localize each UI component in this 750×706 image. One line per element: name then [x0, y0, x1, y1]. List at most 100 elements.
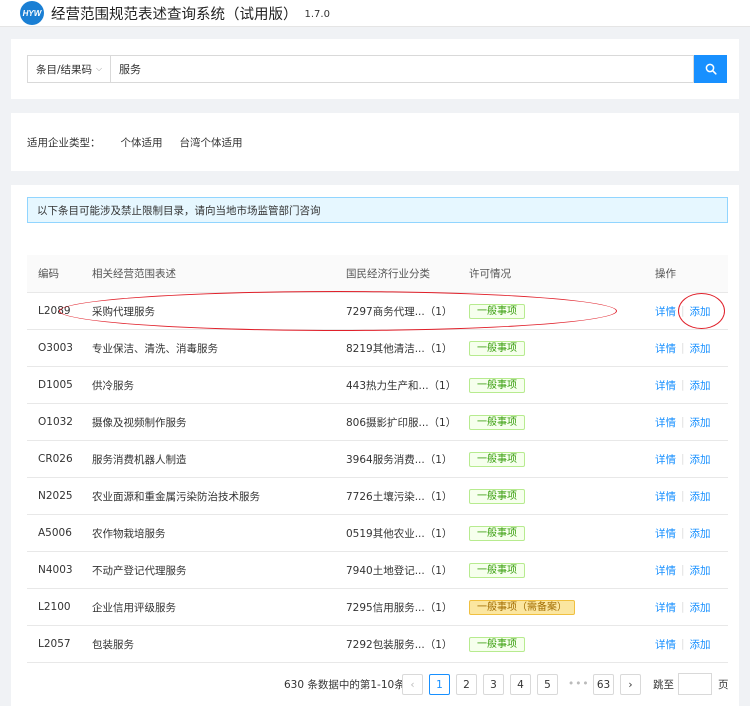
row-industry: 0519其他农业...（1）	[346, 527, 453, 540]
row-industry: 443热力生产和...（1）	[346, 379, 457, 392]
filter-label: 适用企业类型：	[27, 137, 101, 149]
table-row: A5006 农作物栽培服务 0519其他农业...（1） 一般事项 详情 | 添加	[27, 515, 728, 552]
row-industry: 806摄影扩印服...（1）	[346, 416, 457, 429]
table-row: L2057 包装服务 7292包装服务...（1） 一般事项 详情 | 添加	[27, 626, 728, 663]
table-row: N4003 不动产登记代理服务 7940土地登记...（1） 一般事项 详情 | 添…	[27, 552, 728, 589]
row-desc: 包装服务	[92, 638, 134, 651]
alert-text: 以下条目可能涉及禁止限制目录，请向当地市场监管部门咨询	[37, 204, 321, 217]
search-button[interactable]	[694, 55, 727, 83]
row-code: L2057	[38, 638, 71, 650]
header-code: 编码	[38, 268, 59, 280]
row-desc: 农业面源和重金属污染防治技术服务	[92, 490, 260, 503]
table-row: N2025 农业面源和重金属污染防治技术服务 7726土壤污染...（1） 一般…	[27, 478, 728, 515]
row-desc: 企业信用评级服务	[92, 601, 176, 614]
pagination-ellipsis[interactable]: •••	[568, 673, 590, 697]
add-link[interactable]: 添加	[690, 341, 711, 356]
add-link[interactable]: 添加	[690, 526, 711, 541]
page-button-5[interactable]: 5	[537, 674, 558, 695]
pagination: 630 条数据中的第1-10条 ‹ 1 2 3 4 5 ••• 63 › 跳至 …	[11, 673, 739, 697]
license-badge: 一般事项	[469, 636, 525, 652]
detail-link[interactable]: 详情	[655, 415, 676, 430]
prev-page-button[interactable]: ‹	[402, 674, 423, 695]
top-bar: HYW 经营范围规范表述查询系统（试用版） 1.7.0	[0, 0, 750, 27]
chevron-down-icon: ⌵	[96, 64, 103, 73]
header-desc: 相关经营范围表述	[92, 268, 176, 280]
header-license: 许可情况	[469, 268, 511, 280]
license-badge: 一般事项	[469, 340, 525, 356]
next-page-button[interactable]: ›	[620, 674, 641, 695]
license-badge: 一般事项	[469, 562, 525, 578]
add-link[interactable]: 添加	[690, 378, 711, 393]
filter-option-taiwan-individual[interactable]: 台湾个体适用	[180, 135, 243, 150]
detail-link[interactable]: 详情	[655, 304, 676, 319]
row-industry: 8219其他清洁...（1）	[346, 342, 453, 355]
row-code: O3003	[38, 342, 73, 354]
search-type-label: 条目/结果码	[36, 63, 93, 76]
row-desc: 农作物栽培服务	[92, 527, 166, 540]
annotation-ellipse	[59, 291, 617, 331]
header-ops: 操作	[655, 268, 676, 280]
search-input[interactable]	[110, 55, 694, 83]
license-badge: 一般事项	[469, 414, 525, 430]
row-code: L2100	[38, 601, 71, 613]
header-industry: 国民经济行业分类	[346, 268, 430, 280]
row-industry: 7726土壤污染...（1）	[346, 490, 453, 503]
filter-option-individual[interactable]: 个体适用	[121, 135, 163, 150]
add-link[interactable]: 添加	[690, 489, 711, 504]
detail-link[interactable]: 详情	[655, 489, 676, 504]
page-button-2[interactable]: 2	[456, 674, 477, 695]
row-code: N4003	[38, 564, 73, 576]
license-badge: 一般事项	[469, 525, 525, 541]
row-industry: 7940土地登记...（1）	[346, 564, 453, 577]
filter-card: 适用企业类型： 个体适用 台湾个体适用	[11, 113, 739, 171]
annotation-circle	[678, 293, 725, 329]
search-card: 条目/结果码 ⌵	[11, 39, 739, 99]
add-link[interactable]: 添加	[690, 637, 711, 652]
search-bar: 条目/结果码 ⌵	[27, 55, 727, 83]
row-code: D1005	[38, 379, 73, 391]
jump-label: 跳至	[653, 679, 674, 691]
license-badge: 一般事项	[469, 451, 525, 467]
row-industry: 7295信用服务...（1）	[346, 601, 453, 614]
app-version: 1.7.0	[304, 9, 330, 20]
results-card: 以下条目可能涉及禁止限制目录，请向当地市场监管部门咨询 编码 相关经营范围表述 …	[11, 185, 739, 706]
row-desc: 摄像及视频制作服务	[92, 416, 187, 429]
row-code: N2025	[38, 490, 73, 502]
license-badge: 一般事项	[469, 377, 525, 393]
detail-link[interactable]: 详情	[655, 341, 676, 356]
search-type-select[interactable]: 条目/结果码 ⌵	[27, 55, 110, 83]
detail-link[interactable]: 详情	[655, 600, 676, 615]
page-button-4[interactable]: 4	[510, 674, 531, 695]
add-link[interactable]: 添加	[690, 415, 711, 430]
row-industry: 7292包装服务...（1）	[346, 638, 453, 651]
table-row: O3003 专业保洁、清洗、消毒服务 8219其他清洁...（1） 一般事项 详…	[27, 330, 728, 367]
detail-link[interactable]: 详情	[655, 452, 676, 467]
row-code: A5006	[38, 527, 72, 539]
detail-link[interactable]: 详情	[655, 526, 676, 541]
row-code: O1032	[38, 416, 73, 428]
restriction-alert: 以下条目可能涉及禁止限制目录，请向当地市场监管部门咨询	[27, 197, 728, 223]
jump-page-input[interactable]	[678, 673, 712, 695]
page-button-last[interactable]: 63	[593, 674, 614, 695]
page-unit-label: 页	[718, 679, 729, 691]
detail-link[interactable]: 详情	[655, 378, 676, 393]
table-row: O1032 摄像及视频制作服务 806摄影扩印服...（1） 一般事项 详情 | 添…	[27, 404, 728, 441]
add-link[interactable]: 添加	[690, 563, 711, 578]
license-badge: 一般事项	[469, 488, 525, 504]
page-button-1[interactable]: 1	[429, 674, 450, 695]
license-badge-filing: 一般事项（需备案）	[469, 599, 575, 615]
table-row: CR026 服务消费机器人制造 3964服务消费...（1） 一般事项 详情 | 添…	[27, 441, 728, 478]
row-industry: 3964服务消费...（1）	[346, 453, 453, 466]
row-code: CR026	[38, 453, 73, 465]
table-header: 编码 相关经营范围表述 国民经济行业分类 许可情况 操作	[27, 255, 728, 293]
detail-link[interactable]: 详情	[655, 637, 676, 652]
app-title: 经营范围规范表述查询系统（试用版）	[51, 6, 298, 23]
detail-link[interactable]: 详情	[655, 563, 676, 578]
pagination-total: 630 条数据中的第1-10条	[284, 679, 405, 691]
row-desc: 专业保洁、清洗、消毒服务	[92, 342, 218, 355]
page-button-3[interactable]: 3	[483, 674, 504, 695]
table-row: L2100 企业信用评级服务 7295信用服务...（1） 一般事项（需备案） …	[27, 589, 728, 626]
add-link[interactable]: 添加	[690, 452, 711, 467]
add-link[interactable]: 添加	[690, 600, 711, 615]
row-desc: 不动产登记代理服务	[92, 564, 187, 577]
